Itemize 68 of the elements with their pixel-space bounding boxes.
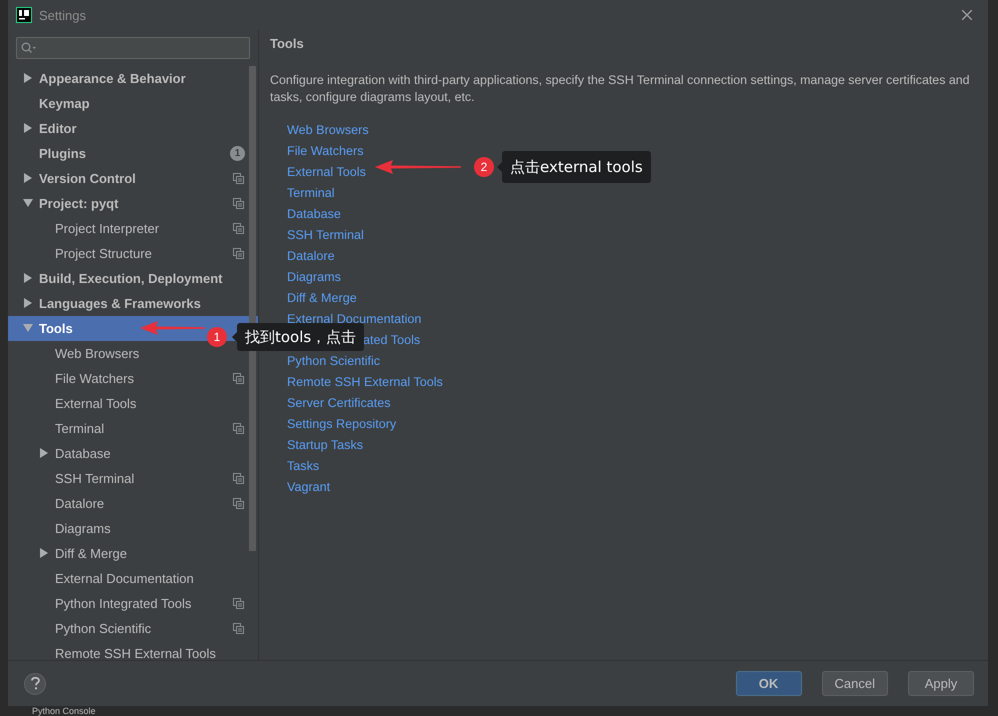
tree-item[interactable]: External Tools xyxy=(8,390,258,416)
tree-item[interactable]: Project: pyqt xyxy=(8,190,258,216)
tree-item[interactable]: Editor xyxy=(8,116,258,141)
expand-arrow-icon[interactable] xyxy=(23,273,33,284)
settings-link[interactable]: SSH Terminal xyxy=(287,228,364,242)
settings-link[interactable]: Terminal xyxy=(287,186,335,200)
callout-pointer xyxy=(232,332,237,342)
tree-item[interactable]: Plugins 1 xyxy=(8,140,258,166)
ok-button[interactable]: OK xyxy=(736,671,802,696)
tree-item[interactable]: Appearance & Behavior xyxy=(8,66,258,91)
settings-link[interactable]: ated Tools xyxy=(363,333,420,347)
settings-link[interactable]: External Documentation xyxy=(287,312,422,326)
settings-link[interactable]: Database xyxy=(287,207,341,221)
tree-item[interactable]: Languages & Frameworks xyxy=(8,290,258,316)
expand-arrow-icon[interactable] xyxy=(39,448,49,458)
expand-arrow-icon[interactable] xyxy=(23,123,33,134)
tree-item[interactable]: Database xyxy=(8,440,258,466)
expand-arrow-icon[interactable] xyxy=(23,73,33,84)
settings-link[interactable]: Diff & Merge xyxy=(287,291,357,305)
expand-arrow-icon[interactable] xyxy=(23,298,33,308)
settings-link[interactable]: Tasks xyxy=(287,459,320,473)
app-logo-icon xyxy=(16,7,32,23)
search-icon xyxy=(21,42,37,54)
tree-item[interactable]: Diff & Merge xyxy=(8,540,258,566)
settings-link[interactable]: Vagrant xyxy=(287,480,330,494)
tree-item[interactable]: Python Scientific xyxy=(8,616,258,641)
expand-arrow-icon[interactable] xyxy=(39,548,49,558)
tree-item[interactable]: File Watchers xyxy=(8,366,258,391)
tree-item[interactable]: Project Interpreter xyxy=(8,216,258,241)
settings-link[interactable]: Remote SSH External Tools xyxy=(287,375,443,389)
tree-item[interactable]: Remote SSH External Tools xyxy=(8,640,258,660)
callout-label: 点击external tools xyxy=(502,151,651,183)
settings-link[interactable]: Settings Repository xyxy=(287,417,396,431)
tree-item[interactable]: Datalore xyxy=(8,490,258,516)
tree-item[interactable]: Python Integrated Tools xyxy=(8,590,258,616)
settings-link[interactable]: Web Browsers xyxy=(287,123,369,137)
description-text: Configure integration with third-party applications, specify the SSH Terminal connection settings, manage server certificates and tasks, configure diagrams layout, etc. xyxy=(270,72,971,106)
settings-link[interactable]: Python Scientific xyxy=(287,354,380,368)
expand-arrow-icon[interactable] xyxy=(23,173,33,184)
tool-window-tab[interactable]: Python Console xyxy=(32,706,96,716)
tree-item[interactable]: SSH Terminal xyxy=(8,466,258,491)
tree-item[interactable]: External Documentation xyxy=(8,566,258,591)
expand-arrow-icon[interactable] xyxy=(23,198,33,208)
dialog-button[interactable]: Cancel xyxy=(822,671,888,696)
settings-link[interactable]: Diagrams xyxy=(287,270,341,284)
callout-pointer xyxy=(497,162,502,172)
tree-item[interactable]: Project Structure xyxy=(8,240,258,266)
settings-link[interactable]: File Watchers xyxy=(287,144,364,158)
settings-link[interactable]: Startup Tasks xyxy=(287,438,364,452)
tree-item[interactable]: Version Control xyxy=(8,166,258,191)
search-field[interactable] xyxy=(16,37,250,59)
count-badge: 1 xyxy=(230,146,245,161)
settings-link[interactable]: Server Certificates xyxy=(287,396,391,410)
tree-item[interactable]: Diagrams xyxy=(8,516,258,541)
dialog-button[interactable]: Apply xyxy=(908,671,974,696)
help-button[interactable] xyxy=(24,672,46,694)
page-title: Tools xyxy=(270,36,305,52)
question-icon xyxy=(30,677,40,690)
tree-item[interactable]: Terminal xyxy=(8,416,258,441)
tree-item[interactable]: Keymap xyxy=(8,90,258,116)
callout-label: 找到tools，点击 xyxy=(237,323,364,351)
close-icon[interactable] xyxy=(962,10,972,20)
settings-link[interactable]: External Tools xyxy=(287,165,366,179)
window-title: Settings xyxy=(39,8,86,22)
settings-link[interactable]: Datalore xyxy=(287,249,335,263)
pointer-arrow-icon xyxy=(140,321,205,335)
pointer-arrow-icon xyxy=(375,160,461,174)
tree-item[interactable]: Build, Execution, Deployment xyxy=(8,266,258,291)
